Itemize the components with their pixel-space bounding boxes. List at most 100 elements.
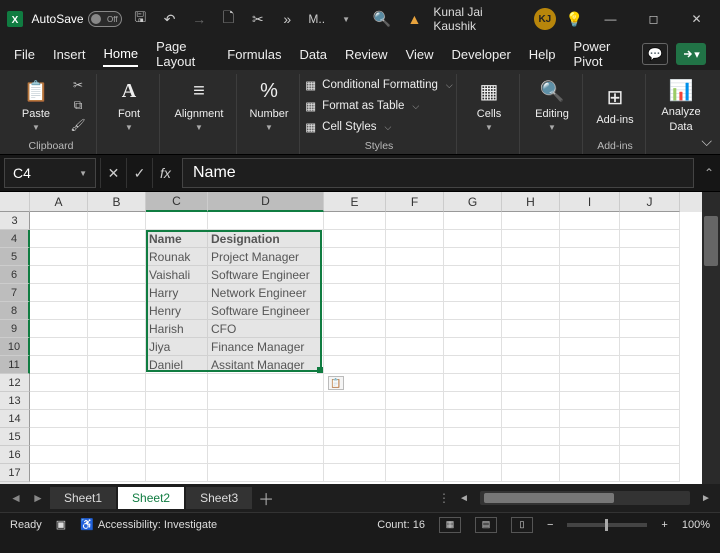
close-button[interactable]: ✕ [679,5,714,33]
cell-I15[interactable] [560,428,620,446]
col-header-J[interactable]: J [620,192,680,212]
row-header-13[interactable]: 13 [0,392,30,410]
cell-G12[interactable] [444,374,502,392]
more-icon[interactable]: » [277,8,298,30]
cell-A10[interactable] [30,338,88,356]
cell-H12[interactable] [502,374,560,392]
cell-I16[interactable] [560,446,620,464]
formula-input[interactable]: Name [182,158,694,188]
cell-B9[interactable] [88,320,146,338]
enter-fx-button[interactable]: ✓ [126,158,152,188]
view-pagebreak-icon[interactable]: ▯ [511,517,533,533]
cell-J5[interactable] [620,248,680,266]
cell-A12[interactable] [30,374,88,392]
analyze-data-button[interactable]: 📊 Analyze Data [656,74,706,136]
cell-D9[interactable]: CFO [208,320,324,338]
cell-E14[interactable] [324,410,386,428]
copy-icon[interactable]: ⧉ [68,97,88,113]
cell-G15[interactable] [444,428,502,446]
row-header-4[interactable]: 4 [0,230,30,248]
cell-D14[interactable] [208,410,324,428]
cell-J13[interactable] [620,392,680,410]
cell-C7[interactable]: Harry [146,284,208,302]
cell-C6[interactable]: Vaishali [146,266,208,284]
cell-G16[interactable] [444,446,502,464]
cell-I8[interactable] [560,302,620,320]
cell-E11[interactable] [324,356,386,374]
format-painter-icon[interactable]: 🖌 [68,117,88,133]
cell-A15[interactable] [30,428,88,446]
col-header-A[interactable]: A [30,192,88,212]
cell-A17[interactable] [30,464,88,482]
cell-F5[interactable] [386,248,444,266]
cell-H13[interactable] [502,392,560,410]
accessibility-button[interactable]: ♿Accessibility: Investigate [80,518,217,531]
expand-formula-icon[interactable]: ⌃ [698,166,720,180]
col-header-G[interactable]: G [444,192,502,212]
row-header-5[interactable]: 5 [0,248,30,266]
vertical-scrollbar[interactable] [702,192,720,484]
cell-F3[interactable] [386,212,444,230]
maximize-button[interactable]: ◻ [636,5,671,33]
fx-icon[interactable]: fx [152,158,178,188]
cell-E8[interactable] [324,302,386,320]
cell-F17[interactable] [386,464,444,482]
cell-B7[interactable] [88,284,146,302]
cell-H5[interactable] [502,248,560,266]
cut-small-icon[interactable]: ✂ [68,77,88,93]
tab-page-layout[interactable]: Page Layout [156,35,209,73]
row-header-8[interactable]: 8 [0,302,30,320]
cell-G5[interactable] [444,248,502,266]
cell-C14[interactable] [146,410,208,428]
col-header-B[interactable]: B [88,192,146,212]
cell-D3[interactable] [208,212,324,230]
cell-J17[interactable] [620,464,680,482]
minimize-button[interactable]: — [593,5,628,33]
tab-developer[interactable]: Developer [452,43,511,66]
cell-F15[interactable] [386,428,444,446]
cell-B16[interactable] [88,446,146,464]
user-name[interactable]: Kunal Jai Kaushik [433,5,526,33]
cell-E15[interactable] [324,428,386,446]
horizontal-scrollbar[interactable] [480,491,690,505]
cell-E6[interactable] [324,266,386,284]
tab-insert[interactable]: Insert [53,43,86,66]
conditional-formatting-button[interactable]: ▦Conditional Formatting⌵ [305,76,452,94]
cell-C3[interactable] [146,212,208,230]
cell-I6[interactable] [560,266,620,284]
cell-H7[interactable] [502,284,560,302]
cell-A8[interactable] [30,302,88,320]
cell-H3[interactable] [502,212,560,230]
cell-J7[interactable] [620,284,680,302]
sheet-nav-prev[interactable]: ◄ [6,488,26,508]
cell-F10[interactable] [386,338,444,356]
cell-J16[interactable] [620,446,680,464]
paste-options-icon[interactable]: 📋 [328,376,344,390]
cell-F4[interactable] [386,230,444,248]
tab-view[interactable]: View [406,43,434,66]
cell-D10[interactable]: Finance Manager [208,338,324,356]
cell-D11[interactable]: Assitant Manager [208,356,324,374]
sheet-options-icon[interactable]: ⋮ [434,488,454,508]
lightbulb-icon[interactable]: 💡 [564,8,585,30]
row-header-6[interactable]: 6 [0,266,30,284]
format-as-table-button[interactable]: ▦Format as Table⌵ [305,97,452,115]
cell-J11[interactable] [620,356,680,374]
select-all-corner[interactable] [0,192,30,212]
cell-C5[interactable]: Rounak [146,248,208,266]
cell-C12[interactable] [146,374,208,392]
cell-A14[interactable] [30,410,88,428]
row-header-7[interactable]: 7 [0,284,30,302]
tab-help[interactable]: Help [529,43,556,66]
cell-B11[interactable] [88,356,146,374]
cell-I11[interactable] [560,356,620,374]
cell-C4[interactable]: Name [146,230,208,248]
cell-F13[interactable] [386,392,444,410]
cell-F6[interactable] [386,266,444,284]
cell-G6[interactable] [444,266,502,284]
row-header-9[interactable]: 9 [0,320,30,338]
cell-A3[interactable] [30,212,88,230]
comments-button[interactable]: 💬 [642,43,668,65]
col-header-H[interactable]: H [502,192,560,212]
cell-H15[interactable] [502,428,560,446]
